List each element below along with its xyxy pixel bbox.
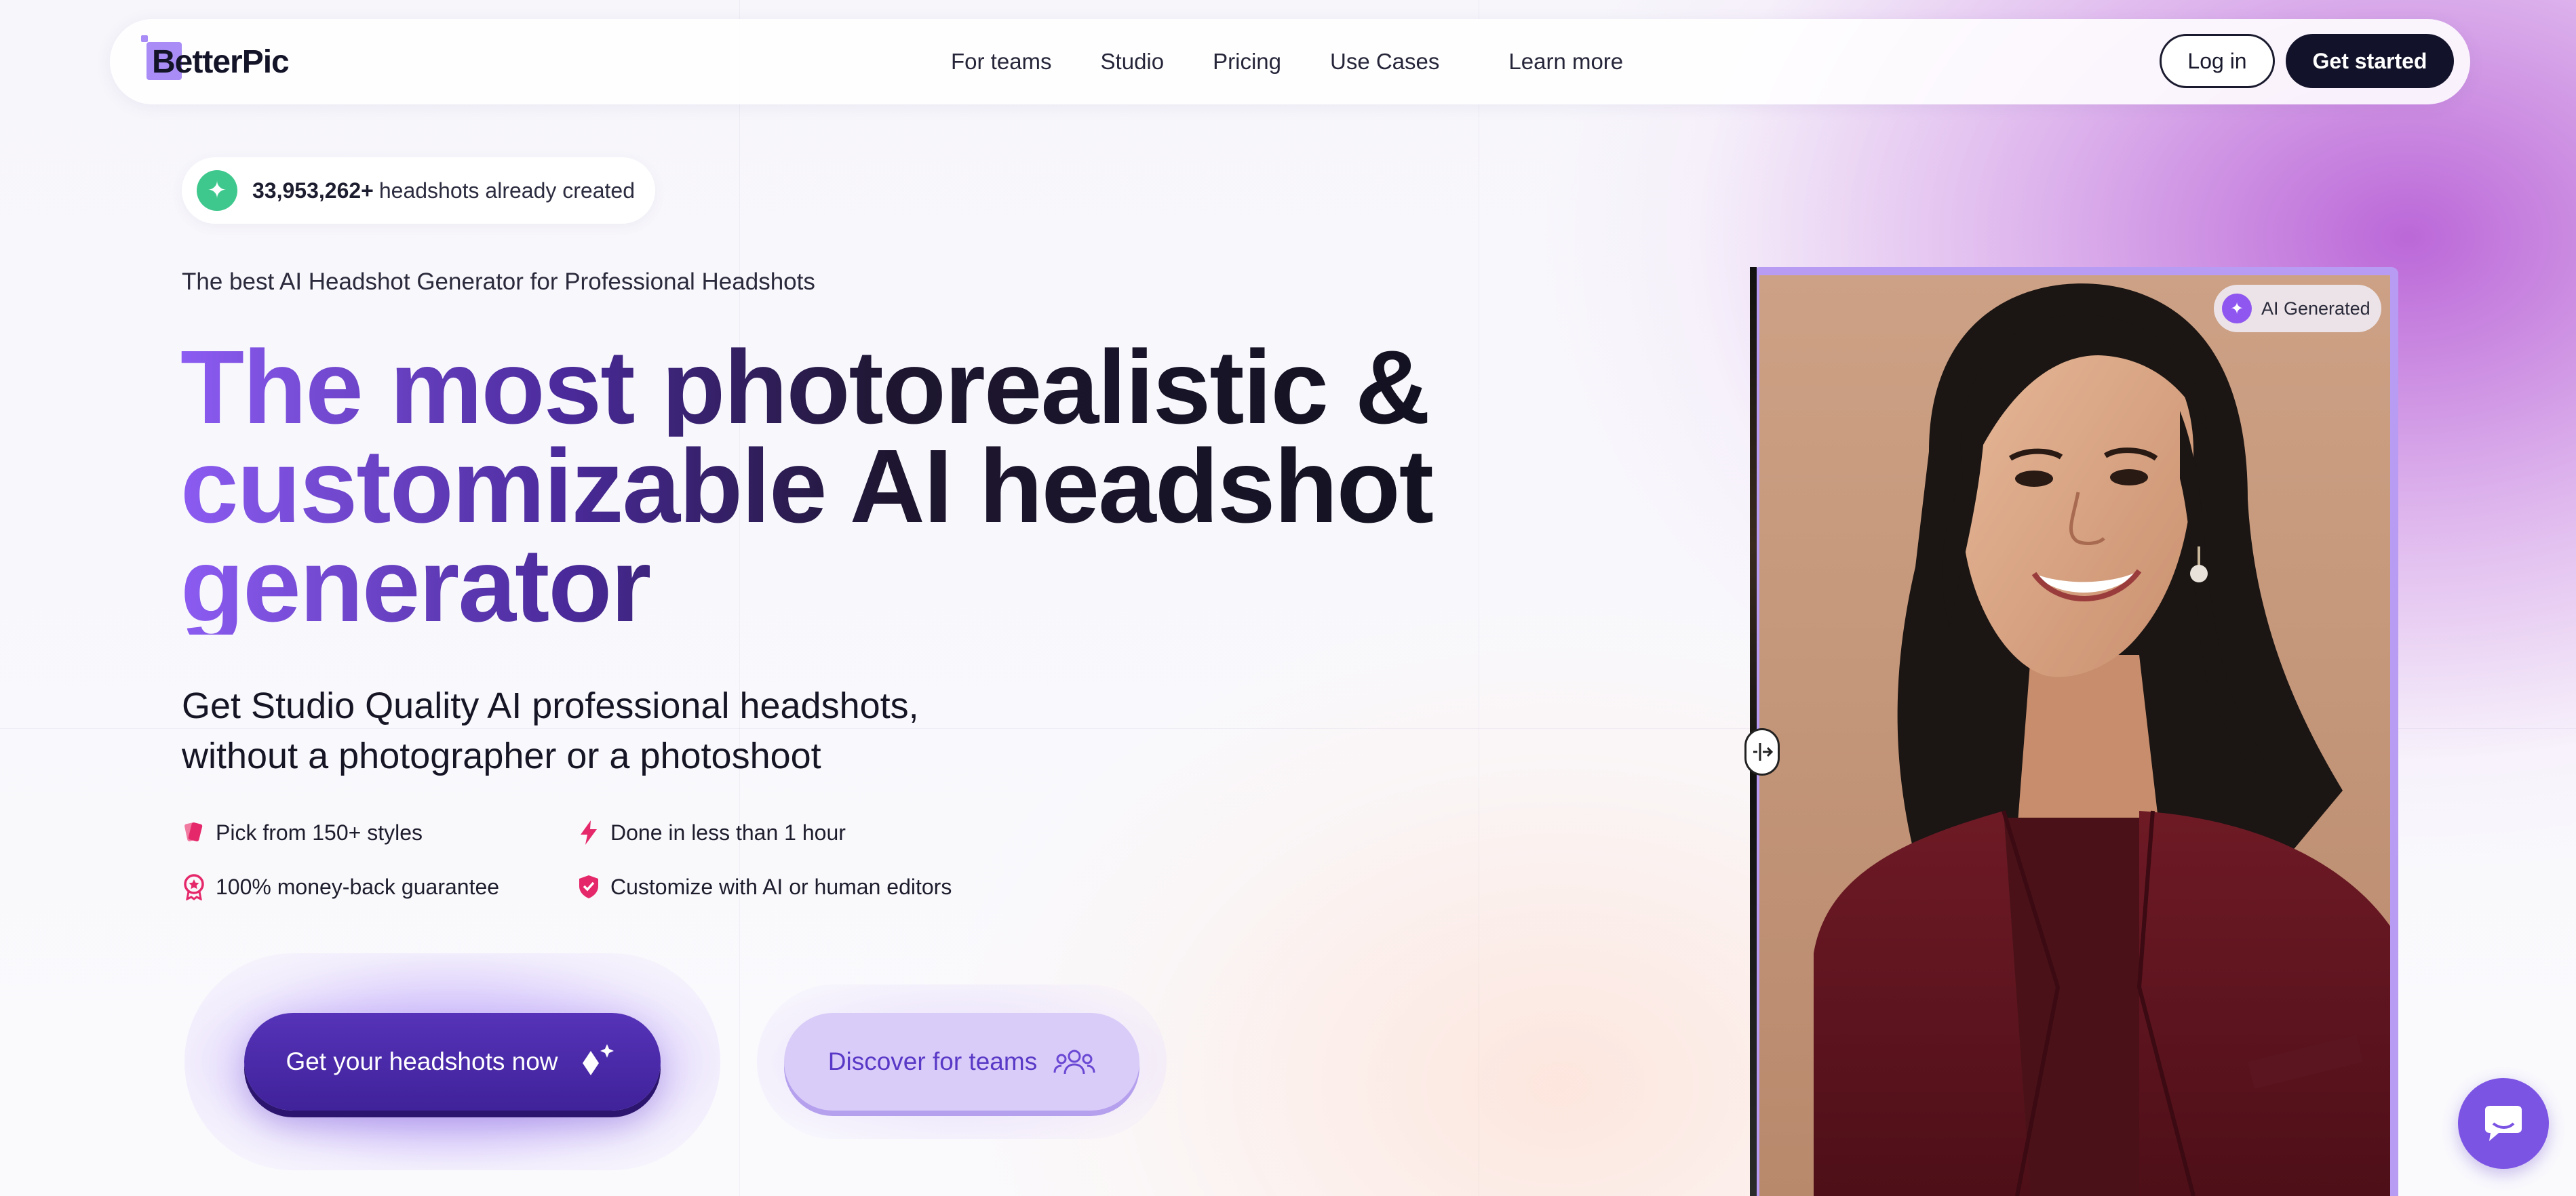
feature-text: Done in less than 1 hour xyxy=(610,820,846,845)
top-nav: BetterPic For teams Studio Pricing Use C… xyxy=(110,19,2470,104)
headshots-count-badge: ✦ 33,953,262+ headshots already created xyxy=(182,157,655,224)
headshot-illustration xyxy=(1759,275,2390,1196)
nav-links: For teams Studio Pricing Use Cases Learn… xyxy=(951,19,1672,104)
lightning-icon xyxy=(575,819,602,846)
comparison-slider-handle[interactable] xyxy=(1744,728,1780,776)
nav-link-for-teams[interactable]: For teams xyxy=(951,49,1052,75)
hero-headline-line: customizable AI headshot xyxy=(180,434,1469,538)
feature-text: 100% money-back guarantee xyxy=(216,874,500,899)
styles-icon xyxy=(180,819,208,846)
discover-teams-label: Discover for teams xyxy=(827,1048,1038,1075)
discover-teams-button[interactable]: Discover for teams xyxy=(784,1013,1139,1111)
sparkle-icon: ✦ xyxy=(197,170,237,211)
get-headshots-label: Get your headshots now xyxy=(286,1048,558,1075)
headshots-count-label: headshots already created xyxy=(378,178,635,203)
feature-item: 100% money-back guarantee xyxy=(180,873,499,900)
feature-item: Pick from 150+ styles xyxy=(180,819,423,846)
hero-lead: Get Studio Quality AI professional heads… xyxy=(182,681,919,781)
chat-icon xyxy=(2481,1103,2526,1144)
hero-headline-line: generator xyxy=(180,533,1469,637)
team-icon xyxy=(1053,1045,1095,1078)
hero-subtitle: The best AI Headshot Generator for Profe… xyxy=(182,268,815,295)
headshot-photo xyxy=(1759,275,2390,1196)
get-headshots-button[interactable]: Get your headshots now xyxy=(244,1013,661,1111)
ai-generated-label: AI Generated xyxy=(2261,298,2370,319)
nav-link-learn-more[interactable]: Learn more xyxy=(1508,49,1623,75)
drag-handle-icon xyxy=(1751,740,1774,763)
nav-link-pricing[interactable]: Pricing xyxy=(1213,49,1281,75)
feature-text: Customize with AI or human editors xyxy=(610,874,952,899)
sparkle-icon xyxy=(576,1041,619,1082)
chat-button[interactable] xyxy=(2458,1078,2549,1169)
ai-generated-badge: ✦ AI Generated xyxy=(2214,285,2381,332)
hero-lead-line: Get Studio Quality AI professional heads… xyxy=(182,685,919,726)
get-started-button[interactable]: Get started xyxy=(2286,34,2454,88)
feature-item: Customize with AI or human editors xyxy=(575,873,952,900)
hero-headline-line: The most photorealistic & xyxy=(180,335,1469,439)
logo-text: BetterPic xyxy=(152,43,290,80)
feature-item: Done in less than 1 hour xyxy=(575,819,846,846)
award-icon xyxy=(180,873,208,900)
logo[interactable]: BetterPic xyxy=(141,35,290,85)
headshots-count: 33,953,262+ xyxy=(252,178,374,203)
nav-link-use-cases[interactable]: Use Cases xyxy=(1330,49,1439,75)
hero-lead-line: without a photographer or a photoshoot xyxy=(182,736,821,776)
hero-headline: The most photorealistic & customizable A… xyxy=(180,335,1469,637)
nav-link-studio[interactable]: Studio xyxy=(1101,49,1165,75)
login-button[interactable]: Log in xyxy=(2160,34,2275,88)
shield-icon xyxy=(575,873,602,900)
sparkle-icon: ✦ xyxy=(2222,294,2252,323)
feature-text: Pick from 150+ styles xyxy=(216,820,423,845)
